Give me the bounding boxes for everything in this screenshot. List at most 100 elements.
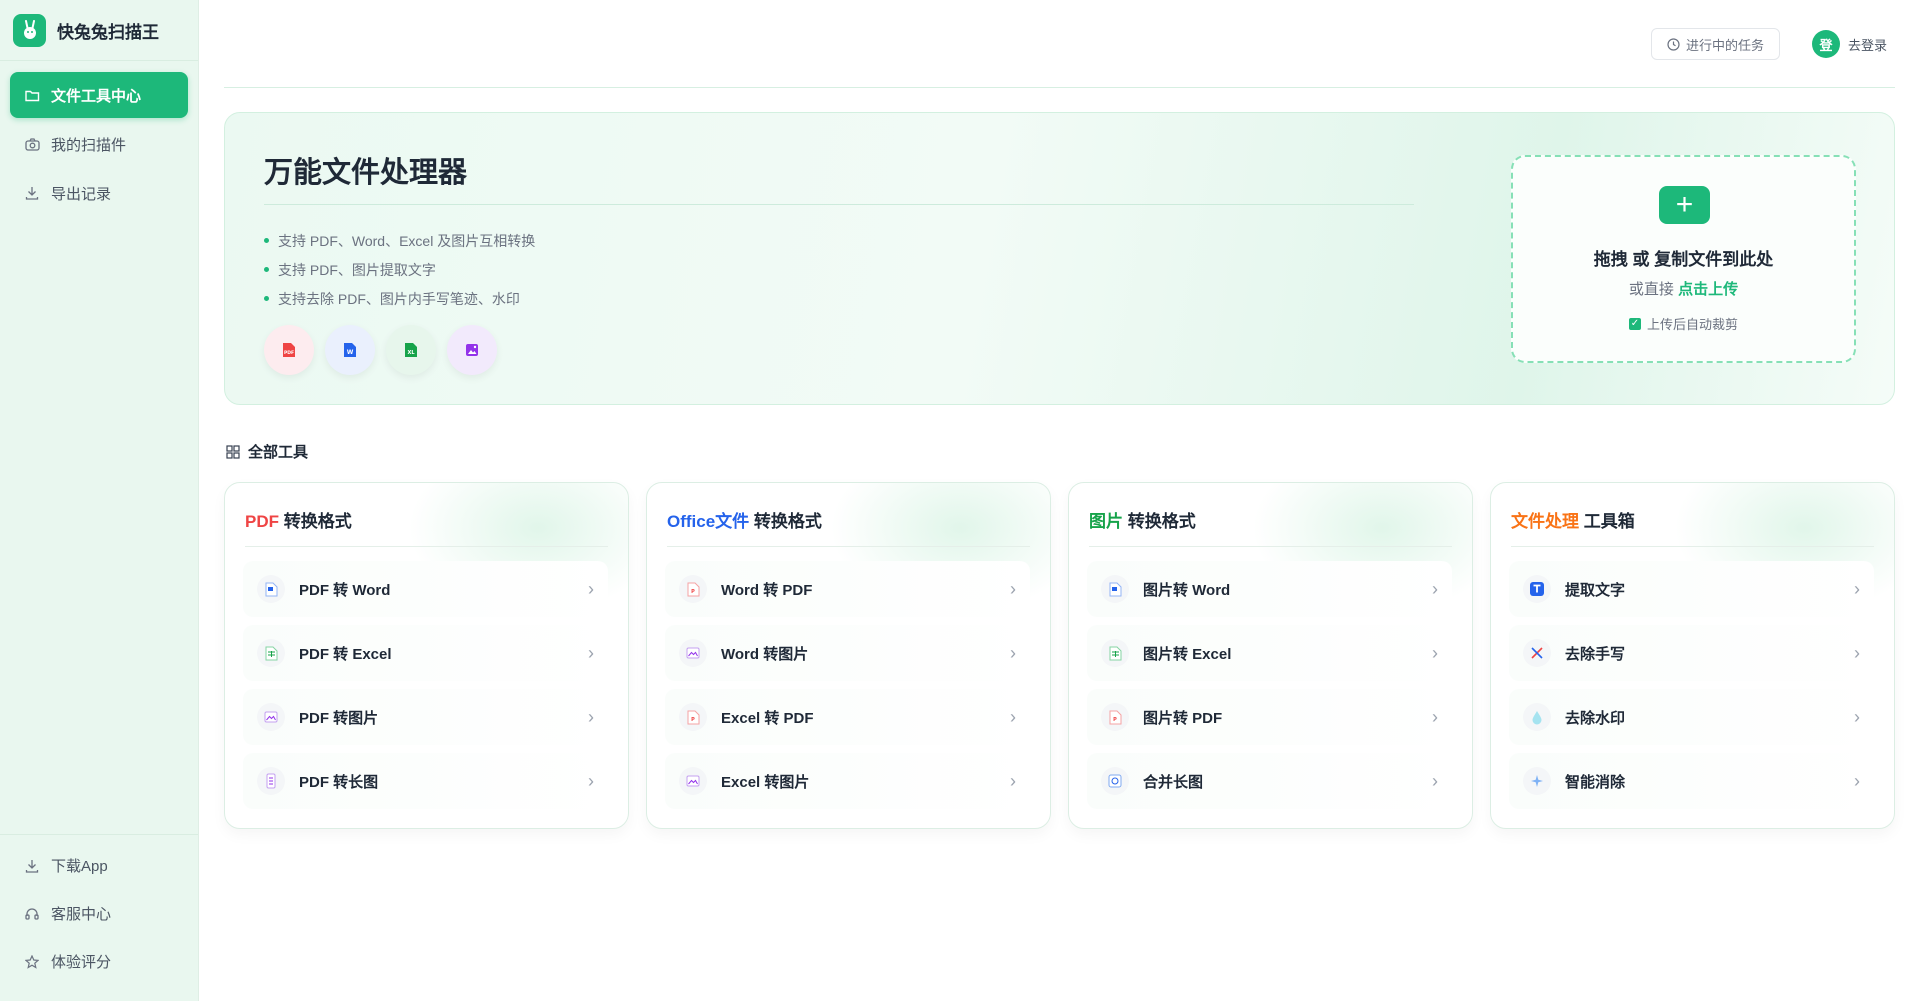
long-image-icon — [257, 767, 285, 795]
svg-text:P: P — [691, 717, 695, 723]
card-file-toolbox: 文件处理 工具箱 提取文字 › 去除手写 › 去除水印 › 智能消除 › — [1490, 482, 1895, 829]
format-icons: PDF W XL — [264, 325, 508, 375]
click-upload-link[interactable]: 点击上传 — [1678, 281, 1738, 298]
card-title-highlight: PDF — [245, 512, 279, 531]
download-icon — [24, 185, 40, 201]
chevron-right-icon: › — [588, 770, 594, 791]
tool-word-to-pdf[interactable]: P Word 转 PDF › — [665, 561, 1030, 617]
tool-label: Word 转图片 — [721, 645, 809, 663]
chevron-right-icon: › — [1854, 642, 1860, 663]
card-pdf-convert: PDF 转换格式 PDF 转 Word › PDF 转 Excel › PDF … — [224, 482, 629, 829]
chevron-right-icon: › — [1010, 706, 1016, 727]
card-title-rest: 转换格式 — [1123, 512, 1196, 531]
card-title-highlight: 文件处理 — [1511, 512, 1579, 531]
card-title-rest: 转换格式 — [279, 512, 352, 531]
chevron-right-icon: › — [1432, 578, 1438, 599]
tasks-in-progress-button[interactable]: 进行中的任务 — [1651, 28, 1780, 60]
tool-image-to-excel[interactable]: 图片转 Excel › — [1087, 625, 1452, 681]
sidebar-item-label: 我的扫描件 — [51, 136, 127, 154]
hero-panel: 万能文件处理器 支持 PDF、Word、Excel 及图片互相转换 支持 PDF… — [224, 112, 1895, 405]
chevron-right-icon: › — [1854, 578, 1860, 599]
tool-label: 去除水印 — [1565, 709, 1626, 727]
word-doc-icon — [1101, 575, 1129, 603]
excel-icon: XL — [386, 325, 436, 375]
sidebar-item-label: 文件工具中心 — [51, 87, 142, 105]
tool-label: Excel 转 PDF — [721, 709, 814, 727]
tool-label: 提取文字 — [1565, 581, 1626, 599]
sidebar-item-export-records[interactable]: 导出记录 — [10, 170, 188, 216]
card-title-highlight: Office文件 — [667, 512, 750, 531]
tool-label: PDF 转 Word — [299, 581, 391, 599]
folder-icon — [24, 87, 40, 103]
tool-remove-watermark[interactable]: 去除水印 › — [1509, 689, 1874, 745]
card-title-highlight: 图片 — [1089, 512, 1123, 531]
tool-pdf-to-excel[interactable]: PDF 转 Excel › — [243, 625, 608, 681]
image-doc-icon — [257, 703, 285, 731]
sparkle-icon — [1523, 767, 1551, 795]
tool-pdf-to-long-image[interactable]: PDF 转长图 › — [243, 753, 608, 809]
auto-crop-label: 上传后自动裁剪 — [1646, 317, 1738, 332]
tasks-label: 进行中的任务 — [1685, 37, 1764, 53]
tool-pdf-to-image[interactable]: PDF 转图片 › — [243, 689, 608, 745]
svg-text:W: W — [347, 349, 354, 356]
tool-label: Word 转 PDF — [721, 581, 813, 599]
sidebar-item-rating[interactable]: 体验评分 — [10, 939, 188, 984]
sidebar-item-file-tools[interactable]: 文件工具中心 — [10, 72, 188, 118]
login-button[interactable]: 登 去登录 — [1811, 30, 1887, 58]
tool-merge-long-image[interactable]: 合并长图 › — [1087, 753, 1452, 809]
upload-dropzone[interactable]: + 拖拽 或 复制文件到此处 或直接 点击上传 ✓ 上传后自动裁剪 — [1511, 155, 1856, 363]
tool-label: Excel 转图片 — [721, 773, 810, 791]
excel-doc-icon — [1101, 639, 1129, 667]
chevron-right-icon: › — [588, 642, 594, 663]
card-title: 图片 转换格式 — [1089, 507, 1196, 532]
card-items: 图片转 Word › 图片转 Excel › P 图片转 PDF › 合并长图 … — [1087, 561, 1452, 817]
divider — [1511, 546, 1874, 547]
section-header: 全部工具 — [226, 441, 308, 462]
tool-label: 合并长图 — [1143, 773, 1204, 791]
pdf-icon: PDF — [264, 325, 314, 375]
download-icon — [24, 858, 40, 874]
headset-icon — [24, 906, 40, 922]
text-extract-icon — [1523, 575, 1551, 603]
tool-image-to-word[interactable]: 图片转 Word › — [1087, 561, 1452, 617]
sidebar-item-support[interactable]: 客服中心 — [10, 891, 188, 936]
tool-label: 图片转 PDF — [1143, 709, 1223, 727]
merge-image-icon — [1101, 767, 1129, 795]
tool-smart-erase[interactable]: 智能消除 › — [1509, 753, 1874, 809]
auto-crop-option[interactable]: ✓ 上传后自动裁剪 — [1513, 314, 1854, 333]
card-items: P Word 转 PDF › Word 转图片 › P Excel 转 PDF … — [665, 561, 1030, 817]
tool-remove-handwriting[interactable]: 去除手写 › — [1509, 625, 1874, 681]
rabbit-logo-icon — [13, 13, 46, 47]
tool-cards: PDF 转换格式 PDF 转 Word › PDF 转 Excel › PDF … — [224, 482, 1895, 829]
card-items: PDF 转 Word › PDF 转 Excel › PDF 转图片 › PDF… — [243, 561, 608, 817]
tool-label: PDF 转长图 — [299, 773, 379, 791]
tool-image-to-pdf[interactable]: P 图片转 PDF › — [1087, 689, 1452, 745]
image-doc-icon — [679, 639, 707, 667]
upload-subtitle: 或直接 点击上传 — [1513, 278, 1854, 299]
camera-icon — [24, 136, 40, 152]
star-icon — [24, 954, 40, 970]
tool-word-to-image[interactable]: Word 转图片 › — [665, 625, 1030, 681]
tool-label: 图片转 Excel — [1143, 645, 1232, 663]
image-icon — [447, 325, 497, 375]
tool-excel-to-image[interactable]: Excel 转图片 › — [665, 753, 1030, 809]
plus-icon[interactable]: + — [1659, 186, 1710, 224]
card-items: 提取文字 › 去除手写 › 去除水印 › 智能消除 › — [1509, 561, 1874, 817]
tool-pdf-to-word[interactable]: PDF 转 Word › — [243, 561, 608, 617]
sidebar-item-download-app[interactable]: 下载App — [10, 843, 188, 888]
app-name: 快兔兔扫描王 — [57, 22, 159, 42]
tool-extract-text[interactable]: 提取文字 › — [1509, 561, 1874, 617]
sidebar-item-my-scans[interactable]: 我的扫描件 — [10, 121, 188, 167]
card-title: PDF 转换格式 — [245, 507, 352, 532]
card-image-convert: 图片 转换格式 图片转 Word › 图片转 Excel › P 图片转 PDF… — [1068, 482, 1473, 829]
divider — [1089, 546, 1452, 547]
upload-title: 拖拽 或 复制文件到此处 — [1593, 250, 1774, 269]
feature-item: 支持去除 PDF、图片内手写笔迹、水印 — [264, 284, 535, 313]
divider — [245, 546, 608, 547]
tool-label: 智能消除 — [1565, 773, 1626, 791]
tool-excel-to-pdf[interactable]: P Excel 转 PDF › — [665, 689, 1030, 745]
auto-crop-checkbox[interactable]: ✓ — [1628, 317, 1641, 330]
upload-sub-prefix: 或直接 — [1628, 281, 1674, 298]
login-label: 去登录 — [1847, 37, 1887, 53]
brand[interactable]: 快兔兔扫描王 — [0, 0, 198, 61]
